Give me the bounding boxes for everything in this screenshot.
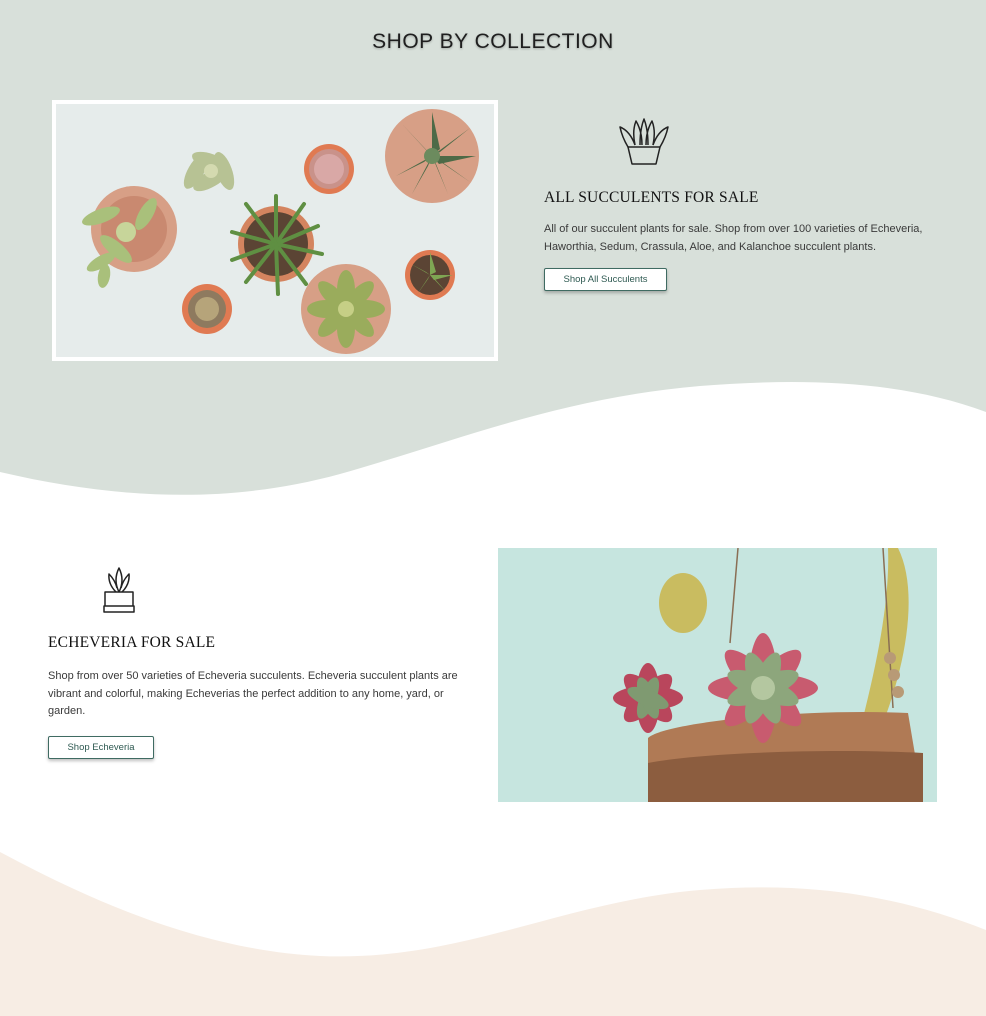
collection-title: ECHEVERIA FOR SALE [48, 634, 216, 651]
collection-description: All of our succulent plants for sale. Sh… [544, 223, 923, 253]
cream-wave-background [0, 852, 986, 1016]
echeveria-pot-icon [103, 567, 135, 613]
shop-all-succulents-button[interactable]: Shop All Succulents [544, 268, 667, 291]
collection-echeveria: ECHEVERIA FOR SALE Shop from over 50 var… [48, 566, 458, 759]
shop-echeveria-button[interactable]: Shop Echeveria [48, 735, 154, 759]
collection-title: ALL SUCCULENTS FOR SALE [544, 189, 759, 206]
potted-succulents-photo [52, 100, 498, 361]
hanging-echeveria-photo [498, 548, 937, 802]
collection-description: Shop from over 50 varieties of Echeveria… [48, 670, 458, 717]
succulent-pot-icon [619, 118, 669, 165]
section-title: SHOP BY COLLECTION [372, 30, 614, 53]
collection-all-succulents: ALL SUCCULENTS FOR SALE All of our succu… [544, 117, 944, 291]
